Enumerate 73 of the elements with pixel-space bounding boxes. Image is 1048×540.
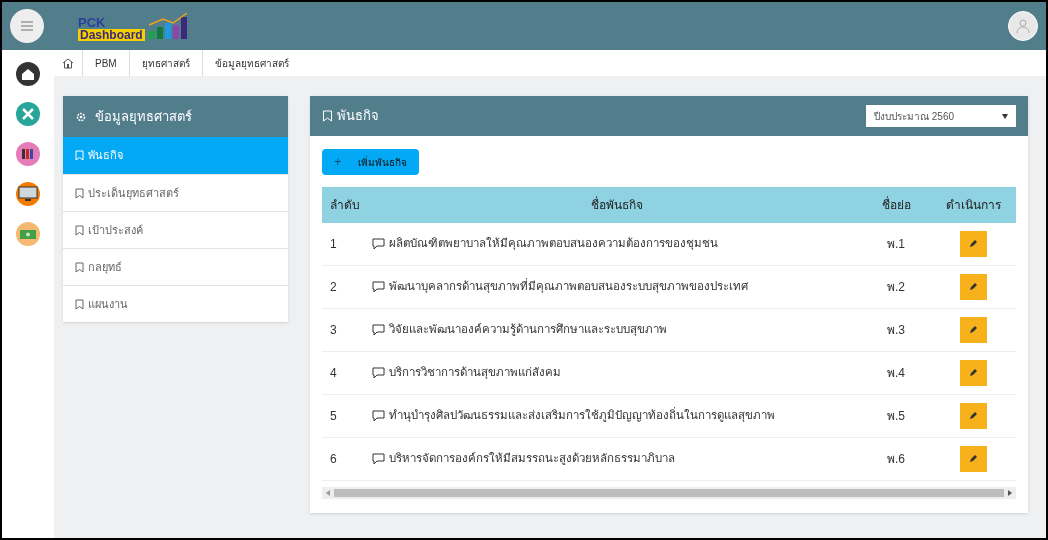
table-cell-text: พ.1 (886, 236, 906, 253)
table-cell-text: บริการวิชาการด้านสุขภาพแก่สังคม (389, 365, 561, 381)
table-cell-text: พัฒนาบุคลากรด้านสุขภาพที่มีคุณภาพตอบสนองระบบสุขภาพของประเทศ (389, 278, 748, 295)
pencil-icon (968, 325, 978, 335)
user-avatar[interactable] (1008, 11, 1038, 41)
table-cell-text: พ.5 (886, 408, 906, 425)
edit-button[interactable] (959, 360, 987, 386)
pencil-icon (968, 411, 978, 421)
bookmark-icon (75, 261, 84, 273)
comment-icon (372, 410, 385, 422)
table-cell-text: พ.3 (886, 322, 906, 339)
menu-button[interactable] (10, 9, 44, 43)
edit-button[interactable] (959, 403, 987, 429)
pencil-icon (968, 454, 978, 464)
scroll-right-icon[interactable] (1008, 490, 1012, 496)
scrollbar-thumb[interactable] (334, 489, 1004, 497)
edit-button[interactable] (959, 274, 987, 300)
column-header: ชื่อพันธกิจ (590, 196, 644, 214)
sidebar-item[interactable]: ประเด็นยุทธศาสตร์ (63, 174, 288, 211)
logo-text: PCK (78, 16, 107, 29)
table-cell-text: พ.4 (886, 365, 906, 382)
table-cell-text: 4 (329, 365, 338, 382)
panel-title: พันธกิจ (337, 107, 379, 126)
table-cell-text: 6 (329, 451, 338, 468)
pencil-icon (968, 282, 978, 292)
scroll-left-icon[interactable] (326, 490, 330, 496)
horizontal-scrollbar[interactable] (322, 487, 1016, 499)
gear-icon (75, 110, 87, 123)
year-select[interactable]: ปีงบประมาณ 2560 (866, 105, 1016, 127)
bookmark-icon (322, 110, 333, 122)
comment-icon (372, 367, 385, 379)
table-cell-text: บริหารจัดการองค์กรให้มีสมรรถนะสูงด้วยหลักธรรมาภิบาล (389, 451, 675, 467)
breadcrumb-link[interactable]: PBM (82, 50, 129, 76)
pencil-icon (968, 239, 978, 249)
comment-icon (372, 453, 385, 465)
menu-icon (20, 20, 34, 32)
binders-icon[interactable] (16, 142, 40, 166)
bookmark-icon (75, 150, 84, 161)
table-cell-text: ทำนุบำรุงศิลปวัฒนธรรมและส่งเสริมการใช้ภูมิปัญญาท้องถิ่นในการดูแลสุขภาพ (389, 407, 775, 424)
table-cell-text: 5 (329, 408, 338, 425)
home-icon[interactable] (16, 62, 40, 86)
dropdown-caret-icon (1002, 113, 1008, 119)
comment-icon (372, 281, 385, 293)
logo-text: Dashboard (78, 29, 145, 41)
column-header: ชื่อย่อ (880, 196, 912, 214)
add-mission-button[interactable]: + เพิ่มพันธกิจ (322, 149, 419, 175)
home-icon[interactable] (62, 57, 74, 69)
pencil-icon (968, 368, 978, 378)
comment-icon (372, 324, 385, 336)
monitor-icon[interactable] (16, 182, 40, 206)
table-cell-text: 2 (329, 279, 338, 296)
edit-button[interactable] (959, 446, 987, 472)
table-cell-text: วิจัยและพัฒนาองค์ความรู้ด้านการศึกษาและระบบสุขภาพ (389, 322, 667, 338)
bookmark-icon (75, 298, 84, 310)
comment-icon (372, 238, 385, 250)
column-header: ลำดับ (329, 197, 361, 214)
sidebar-item[interactable]: เป้าประสงค์ (63, 211, 288, 248)
bookmark-icon (75, 187, 84, 199)
column-header: ดำเนินการ (944, 197, 1002, 214)
bookmark-icon (75, 224, 84, 236)
sidebar-title: ข้อมูลยุทธศาสตร์ (95, 107, 192, 127)
sidebar-item[interactable]: กลยุทธ์ (63, 248, 288, 285)
table-cell-text: 3 (329, 322, 338, 339)
breadcrumb-link[interactable]: ยุทธศาสตร์ (128, 50, 202, 76)
breadcrumb-link[interactable]: ข้อมูลยุทธศาสตร์ (201, 50, 301, 76)
table-cell-text: พ.2 (886, 279, 906, 296)
table-cell-text: ผลิตบัณฑิตพยาบาลให้มีคุณภาพตอบสนองความต้องการของชุมชน (389, 236, 718, 252)
money-icon[interactable] (16, 222, 40, 246)
table-cell-text: 1 (329, 236, 338, 253)
edit-button[interactable] (959, 317, 987, 343)
edit-button[interactable] (959, 231, 987, 257)
table-cell-text: พ.6 (886, 451, 906, 468)
sidebar-item[interactable]: แผนงาน (63, 285, 288, 322)
